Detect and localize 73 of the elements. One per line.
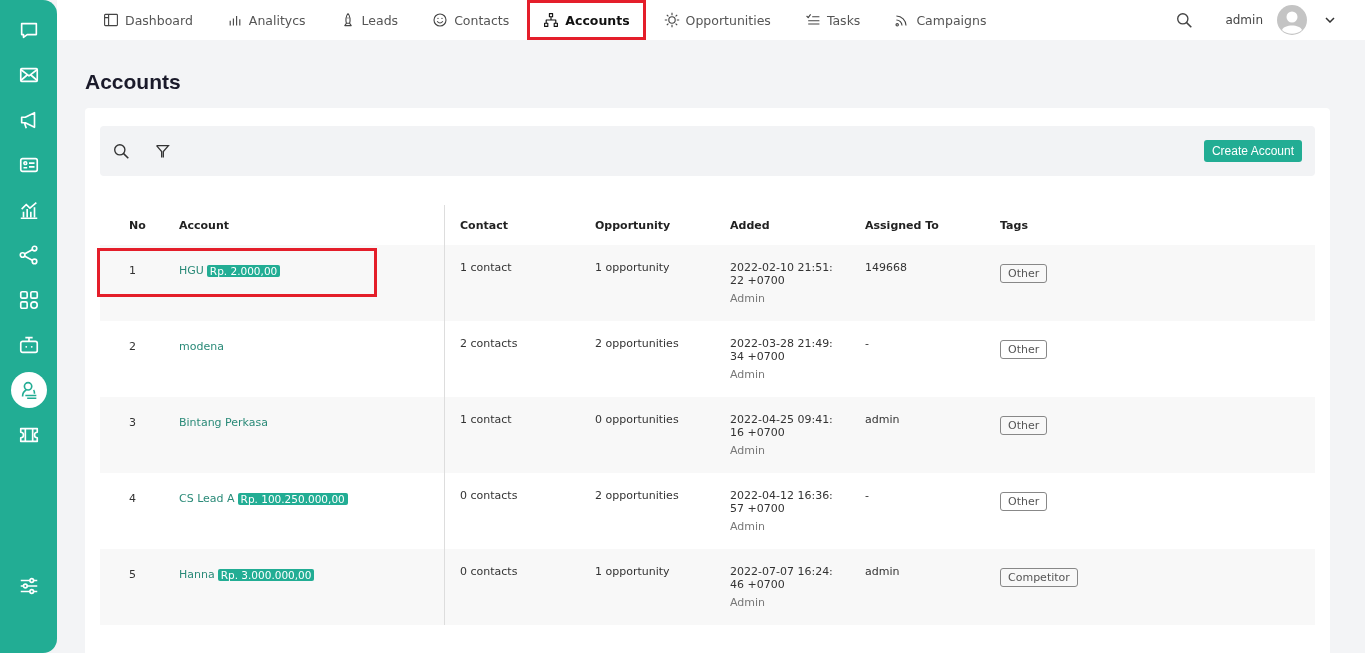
table-cell: admin — [865, 549, 1000, 625]
nav-tab[interactable]: Opportunities — [647, 0, 787, 40]
nav-tab[interactable]: Analitycs — [210, 0, 322, 40]
robot-icon — [17, 334, 40, 356]
added-date: 2022-02-10 21:51:22 +0700 — [730, 261, 834, 287]
nav-tab[interactable]: Contacts — [416, 0, 526, 40]
table-cell: 149668 — [865, 245, 1000, 321]
amount-badge: Rp. 2.000,00 — [206, 264, 281, 277]
added-by: Admin — [730, 368, 767, 381]
account-link[interactable]: Bintang Perkasa — [179, 416, 268, 429]
table-cell: 1 opportunity — [595, 549, 730, 625]
nav-tab[interactable]: Accounts — [527, 0, 646, 40]
account-link[interactable]: HGU — [179, 264, 204, 277]
table-cell: 1 opportunity — [595, 245, 730, 321]
added-date: 2022-04-25 09:41:16 +0700 — [730, 413, 834, 439]
column-header: Opportunity — [595, 205, 730, 245]
row-number: 4 — [129, 492, 137, 505]
column-header: Tags — [1000, 205, 1315, 245]
row-number: 1 — [129, 264, 137, 277]
avatar-icon[interactable] — [1277, 5, 1307, 35]
nav-tab[interactable]: Tasks — [788, 0, 877, 40]
table-cell: 0 contacts — [444, 549, 595, 625]
column-header: No — [100, 205, 179, 245]
tag: Other — [1000, 264, 1048, 283]
added-by: Admin — [730, 292, 767, 305]
user-name[interactable]: admin — [1225, 13, 1263, 27]
search-icon[interactable] — [1176, 11, 1194, 29]
table-cell: 2 contacts — [444, 321, 595, 397]
table-cell: 2 opportunities — [595, 321, 730, 397]
account-link[interactable]: CS Lead A — [179, 492, 235, 505]
smiley-icon — [432, 12, 449, 28]
added-date: 2022-03-28 21:49:34 +0700 — [730, 337, 834, 363]
added-by: Admin — [730, 596, 767, 609]
added-by: Admin — [730, 520, 767, 533]
table-cell: 2 opportunities — [595, 473, 730, 549]
column-header: Contact — [444, 205, 595, 245]
caret-icon[interactable] — [1325, 17, 1335, 23]
table-cell: 1 contact — [444, 397, 595, 473]
column-header: Assigned To — [865, 205, 1000, 245]
added-date: 2022-04-12 16:36:57 +0700 — [730, 489, 834, 515]
tag: Other — [1000, 416, 1048, 435]
nav-tab[interactable]: Campaigns — [878, 0, 1003, 40]
grid-icon — [17, 289, 40, 311]
tag: Other — [1000, 492, 1048, 511]
search-icon[interactable] — [113, 142, 130, 160]
hierarchy-icon — [543, 12, 560, 28]
added-date: 2022-07-07 16:24:46 +0700 — [730, 565, 834, 591]
nav-tab[interactable]: Dashboard — [87, 0, 209, 40]
sidebar-item[interactable] — [10, 372, 47, 408]
row-number: 3 — [129, 416, 137, 429]
layout-icon — [103, 12, 119, 28]
table-cell: admin — [865, 397, 1000, 473]
added-by: Admin — [730, 444, 767, 457]
amount-badge: Rp. 3.000.000,00 — [217, 568, 315, 581]
account-link[interactable]: modena — [179, 340, 224, 353]
amount-badge: Rp. 100.250.000,00 — [237, 492, 348, 505]
checklist-icon — [804, 12, 821, 28]
nav-tab[interactable]: Leads — [323, 0, 415, 40]
page-title: Accounts — [85, 70, 182, 94]
row-number: 2 — [129, 340, 137, 353]
tag: Other — [1000, 340, 1048, 359]
table-cell: 1 contact — [444, 245, 595, 321]
sun-icon — [663, 12, 680, 28]
table-cell: - — [865, 321, 1000, 397]
row-number: 5 — [129, 568, 137, 581]
table-cell: 0 contacts — [444, 473, 595, 549]
share-icon — [17, 244, 40, 266]
table-cell: - — [865, 473, 1000, 549]
column-header: Added — [730, 205, 865, 245]
filter-icon[interactable] — [154, 142, 171, 160]
table-cell: 0 opportunities — [595, 397, 730, 473]
account-link[interactable]: Hanna — [179, 568, 215, 581]
tag: Competitor — [1000, 568, 1078, 587]
